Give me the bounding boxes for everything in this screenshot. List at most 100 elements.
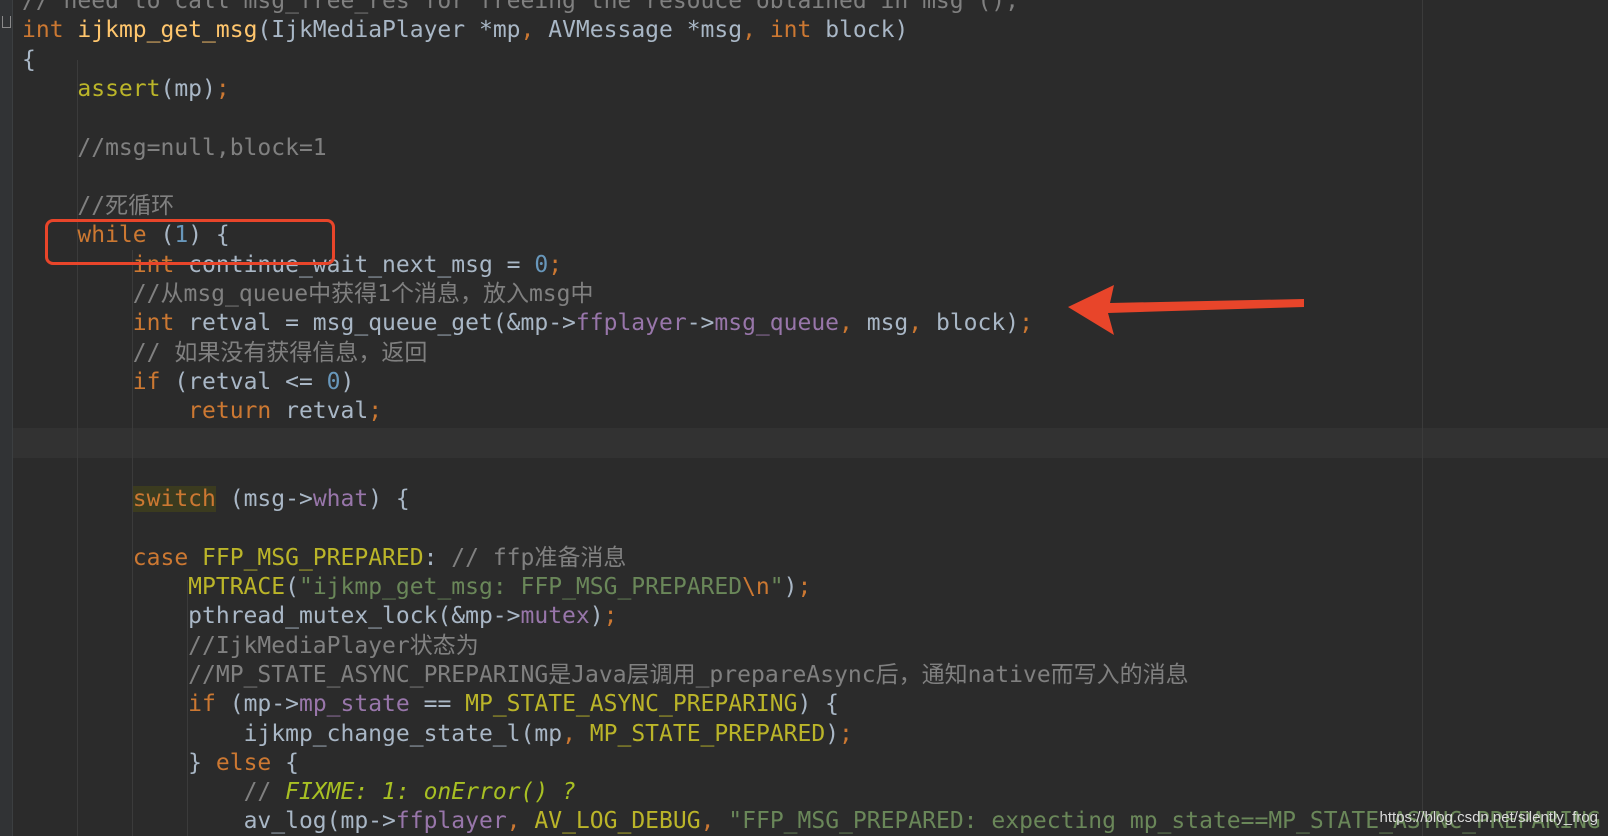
- code-line[interactable]: // FIXME: 1: onError() ?: [22, 777, 576, 807]
- code-token: ;: [839, 720, 853, 747]
- code-token: switch: [132, 486, 216, 513]
- code-token: ffplayer: [575, 310, 687, 337]
- code-line[interactable]: assert(mp);: [22, 74, 230, 104]
- code-line[interactable]: return retval;: [22, 396, 382, 426]
- watermark: https://blog.csdn.net/silently_frog: [1379, 809, 1598, 826]
- code-token: MP_STATE_ASYNC_PREPARING: [465, 691, 798, 718]
- code-token: // 如果没有获得信息，返回: [132, 339, 428, 366]
- code-token: block): [811, 17, 909, 44]
- code-token: ;: [1019, 310, 1033, 337]
- code-token: {: [271, 749, 299, 776]
- code-token: FFP_MSG_PREPARED: [202, 544, 424, 571]
- code-line[interactable]: if (mp->mp_state == MP_STATE_ASYNC_PREPA…: [22, 689, 839, 719]
- code-line[interactable]: //msg=null,block=1: [22, 133, 327, 163]
- code-token: int: [132, 310, 175, 337]
- code-token: (mp->: [215, 691, 299, 718]
- code-token: ,: [562, 720, 576, 747]
- code-token: if: [132, 368, 161, 395]
- code-token: block): [922, 310, 1020, 337]
- code-token: ;: [797, 574, 812, 600]
- right-margin-guide: [1422, 0, 1423, 836]
- code-line[interactable]: switch (msg->what) {: [22, 484, 410, 514]
- code-token: case: [132, 544, 189, 571]
- code-line[interactable]: // need to call msg_free_res for freeing…: [22, 0, 1019, 16]
- code-token: ;: [548, 251, 563, 278]
- code-token: ) {: [368, 486, 410, 513]
- code-token: ": [769, 574, 784, 600]
- code-token: 0: [326, 368, 341, 395]
- code-line[interactable]: int ijkmp_get_msg(IjkMediaPlayer *mp, AV…: [22, 15, 908, 45]
- red-arrow-icon: [1068, 285, 1304, 335]
- code-line[interactable]: pthread_mutex_lock(&mp->mutex);: [22, 601, 617, 631]
- code-line[interactable]: if (retval <= 0): [22, 367, 355, 397]
- code-token: ): [589, 603, 604, 630]
- code-token: else: [215, 749, 272, 776]
- code-token: ) {: [797, 691, 840, 718]
- code-token: ,: [520, 17, 535, 44]
- code-token: (: [285, 574, 299, 600]
- code-token: //IjkMediaPlayer状态为: [188, 632, 479, 659]
- code-line[interactable]: // 如果没有获得信息，返回: [22, 338, 428, 368]
- code-token: ;: [215, 75, 230, 102]
- code-token: ;: [603, 603, 618, 630]
- code-line[interactable]: case FFP_MSG_PREPARED: // ffp准备消息: [22, 543, 627, 573]
- code-token: mp_state: [298, 691, 410, 718]
- code-token: //MP_STATE_ASYNC_PREPARING是Java层调用_prepa…: [188, 661, 1189, 688]
- code-token: //死循环: [77, 193, 175, 220]
- code-token: ffplayer: [395, 808, 507, 835]
- code-token: what: [312, 486, 369, 513]
- code-token: ijkmp_get_msg: [77, 17, 258, 44]
- code-line[interactable]: MPTRACE("ijkmp_get_msg: FFP_MSG_PREPARED…: [22, 572, 811, 602]
- code-token: if: [188, 691, 216, 718]
- code-token: ,: [908, 310, 923, 337]
- code-token: //从msg_queue中获得1个消息，放入msg中: [132, 281, 594, 307]
- code-line[interactable]: //死循环: [22, 191, 174, 221]
- code-token: ): [783, 574, 798, 600]
- code-token: MPTRACE: [188, 574, 286, 600]
- code-token: (retval <=: [160, 368, 327, 395]
- code-line[interactable]: ijkmp_change_state_l(mp, MP_STATE_PREPAR…: [22, 719, 853, 749]
- fold-icon[interactable]: [2, 16, 11, 28]
- code-token: (msg->: [215, 486, 313, 513]
- code-token: 0: [534, 251, 549, 278]
- code-line[interactable]: //MP_STATE_ASYNC_PREPARING是Java层调用_prepa…: [22, 660, 1189, 690]
- code-token: retval = msg_queue_get(&mp->: [174, 310, 576, 337]
- code-line[interactable]: //IjkMediaPlayer状态为: [22, 631, 479, 661]
- code-line[interactable]: int retval = msg_queue_get(&mp->ffplayer…: [22, 308, 1033, 338]
- code-token: ): [825, 720, 840, 747]
- code-token: //msg=null,block=1: [77, 134, 327, 161]
- current-line-highlight: [13, 428, 1608, 458]
- editor-gutter[interactable]: [0, 0, 13, 836]
- code-token: msg: [852, 310, 909, 337]
- code-token: }: [188, 749, 216, 776]
- code-token: // need to call msg_free_res for freeing…: [22, 0, 1019, 14]
- code-token: int: [769, 17, 812, 44]
- code-line[interactable]: av_log(mp->ffplayer, AV_LOG_DEBUG, "FFP_…: [22, 806, 1601, 836]
- code-token: "ijkmp_get_msg: FFP_MSG_PREPARED: [298, 574, 743, 600]
- code-editor[interactable]: // need to call msg_free_res for freeing…: [0, 0, 1608, 836]
- code-token: retval: [271, 398, 369, 425]
- code-line[interactable]: //从msg_queue中获得1个消息，放入msg中: [22, 279, 594, 309]
- code-line[interactable]: {: [22, 45, 36, 75]
- code-line[interactable]: } else {: [22, 748, 299, 778]
- code-token: FIXME: 1: onError() ?: [285, 779, 576, 806]
- code-token: mutex: [520, 603, 590, 630]
- code-token: ,: [700, 808, 715, 835]
- code-token: assert: [77, 75, 161, 102]
